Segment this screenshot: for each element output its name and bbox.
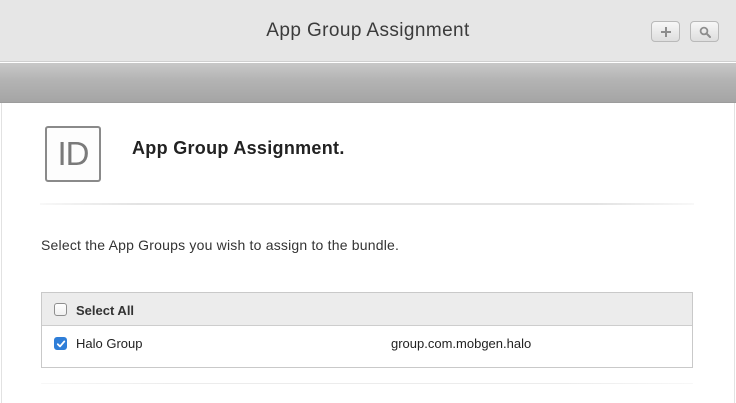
search-button[interactable]	[690, 21, 719, 42]
checkmark-icon	[56, 340, 65, 347]
search-icon	[699, 26, 711, 38]
divider	[40, 203, 694, 205]
app-group-identifier: group.com.mobgen.halo	[391, 336, 532, 351]
section-title: App Group Assignment.	[132, 138, 345, 158]
table-header: Select All	[42, 293, 692, 326]
bottom-divider	[41, 383, 693, 384]
page-title: App Group Assignment	[266, 20, 470, 41]
add-button[interactable]	[651, 21, 680, 42]
halo-group-checkbox[interactable]	[54, 337, 67, 350]
app-groups-table: Select All Halo Group group.com.mobgen.h…	[41, 292, 693, 368]
header-bar: App Group Assignment	[0, 0, 736, 62]
app-group-assignment-page: App Group Assignment ID App Group Assign…	[0, 0, 736, 403]
select-all-checkbox[interactable]	[54, 303, 67, 316]
table-row: Halo Group group.com.mobgen.halo	[42, 326, 692, 367]
id-icon: ID	[45, 126, 101, 182]
app-group-name: Halo Group	[76, 336, 143, 351]
plus-icon	[660, 26, 671, 37]
instructions-text: Select the App Groups you wish to assign…	[41, 237, 400, 253]
toolbar-band	[0, 63, 736, 103]
id-icon-text: ID	[57, 135, 90, 172]
select-all-label: Select All	[76, 303, 135, 318]
